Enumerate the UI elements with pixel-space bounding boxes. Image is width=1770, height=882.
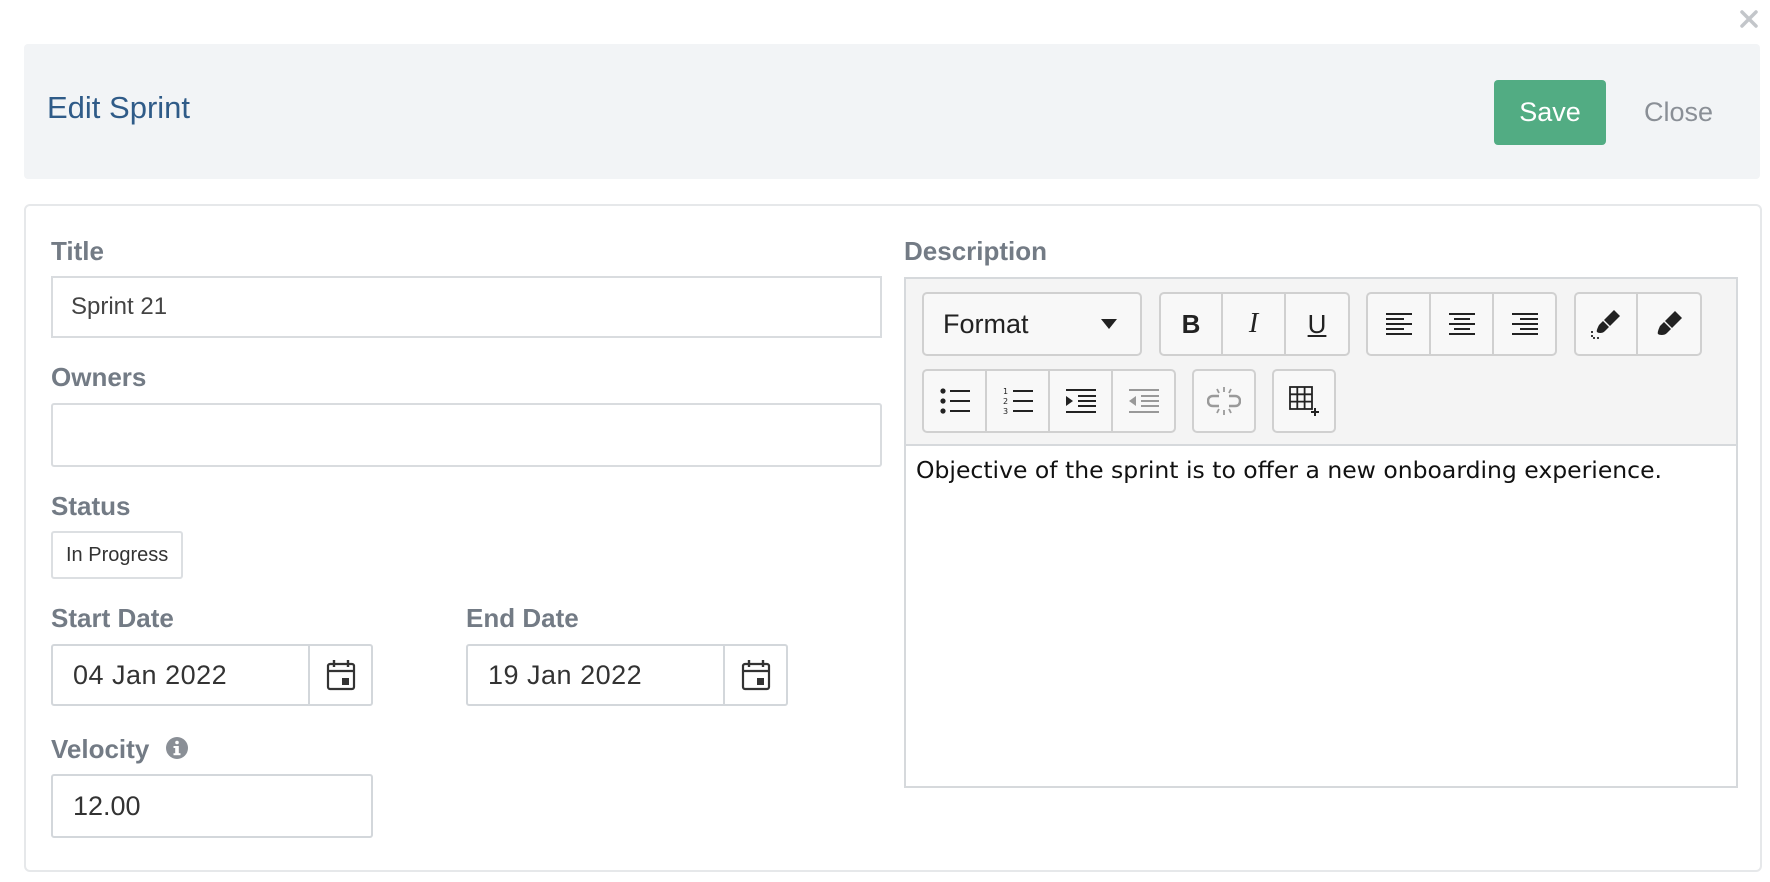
calendar-icon bbox=[326, 660, 355, 691]
align-center-button[interactable] bbox=[1431, 294, 1494, 354]
unlink-icon bbox=[1207, 387, 1241, 415]
align-left-icon bbox=[1385, 313, 1412, 335]
end-date-input[interactable]: 19 Jan 2022 bbox=[468, 646, 723, 704]
align-right-button[interactable] bbox=[1494, 294, 1555, 354]
outdent-icon bbox=[1128, 389, 1159, 413]
align-center-icon bbox=[1448, 313, 1475, 335]
description-content[interactable]: Objective of the sprint is to offer a ne… bbox=[906, 446, 1736, 786]
numbered-list-button[interactable]: 123 bbox=[987, 371, 1050, 431]
format-painter-group bbox=[1574, 292, 1702, 356]
unlink-button[interactable] bbox=[1194, 371, 1254, 431]
start-date-field: 04 Jan 2022 bbox=[51, 644, 373, 706]
calendar-icon bbox=[741, 660, 770, 691]
dialog-close-icon[interactable] bbox=[1734, 4, 1764, 34]
status-select[interactable]: In Progress bbox=[51, 531, 184, 579]
underline-button[interactable]: U bbox=[1286, 294, 1348, 354]
velocity-input[interactable]: 12.00 bbox=[51, 774, 373, 838]
form-panel: Title Owners Status In Progress Start Da… bbox=[24, 204, 1762, 872]
indent-icon bbox=[1065, 389, 1096, 413]
info-icon[interactable] bbox=[165, 736, 189, 765]
start-date-calendar-button[interactable] bbox=[308, 646, 371, 704]
svg-text:1: 1 bbox=[1003, 387, 1008, 396]
svg-text:3: 3 bbox=[1003, 407, 1008, 415]
alignment-group bbox=[1366, 292, 1557, 356]
page-title: Edit Sprint bbox=[47, 90, 191, 125]
format-dropdown-label: Format bbox=[943, 308, 1029, 339]
owners-label: Owners bbox=[51, 362, 147, 392]
description-editor: Format B I U 1 2 3 Objective of the spri… bbox=[904, 277, 1738, 788]
bullet-list-icon bbox=[939, 388, 970, 414]
dialog-header: Edit Sprint Save Close bbox=[24, 44, 1760, 179]
description-label: Description bbox=[904, 236, 1048, 266]
end-date-calendar-button[interactable] bbox=[723, 646, 786, 704]
brush-icon bbox=[1591, 310, 1620, 339]
text-style-group: B I U bbox=[1159, 292, 1350, 356]
editor-toolbar: Format B I U 1 2 3 bbox=[906, 279, 1736, 446]
indent-button[interactable] bbox=[1050, 371, 1113, 431]
owners-input[interactable] bbox=[51, 403, 882, 467]
start-date-label: Start Date bbox=[51, 603, 174, 633]
clear-format-button[interactable] bbox=[1638, 294, 1700, 354]
format-painter-button[interactable] bbox=[1576, 294, 1638, 354]
end-date-field: 19 Jan 2022 bbox=[466, 644, 788, 706]
link-group bbox=[1192, 369, 1256, 433]
list-group: 123 bbox=[922, 369, 1176, 433]
velocity-label: Velocity bbox=[51, 734, 150, 764]
end-date-label: End Date bbox=[466, 603, 579, 633]
bold-button[interactable]: B bbox=[1161, 294, 1223, 354]
save-button[interactable]: Save bbox=[1494, 80, 1606, 145]
align-left-button[interactable] bbox=[1368, 294, 1431, 354]
insert-table-button[interactable] bbox=[1274, 371, 1334, 431]
title-label: Title bbox=[51, 236, 104, 266]
brush-icon bbox=[1657, 311, 1682, 335]
close-button[interactable]: Close bbox=[1634, 80, 1723, 145]
align-right-icon bbox=[1511, 313, 1538, 335]
title-input[interactable] bbox=[51, 276, 882, 338]
format-dropdown[interactable]: Format bbox=[922, 292, 1142, 356]
status-label: Status bbox=[51, 491, 131, 521]
outdent-button[interactable] bbox=[1113, 371, 1174, 431]
italic-button[interactable]: I bbox=[1223, 294, 1286, 354]
table-icon bbox=[1289, 386, 1319, 416]
table-group bbox=[1272, 369, 1336, 433]
svg-text:2: 2 bbox=[1003, 397, 1008, 406]
caret-down-icon bbox=[1101, 319, 1117, 329]
numbered-list-icon: 123 bbox=[1003, 387, 1033, 415]
bullet-list-button[interactable] bbox=[924, 371, 987, 431]
start-date-input[interactable]: 04 Jan 2022 bbox=[53, 646, 308, 704]
